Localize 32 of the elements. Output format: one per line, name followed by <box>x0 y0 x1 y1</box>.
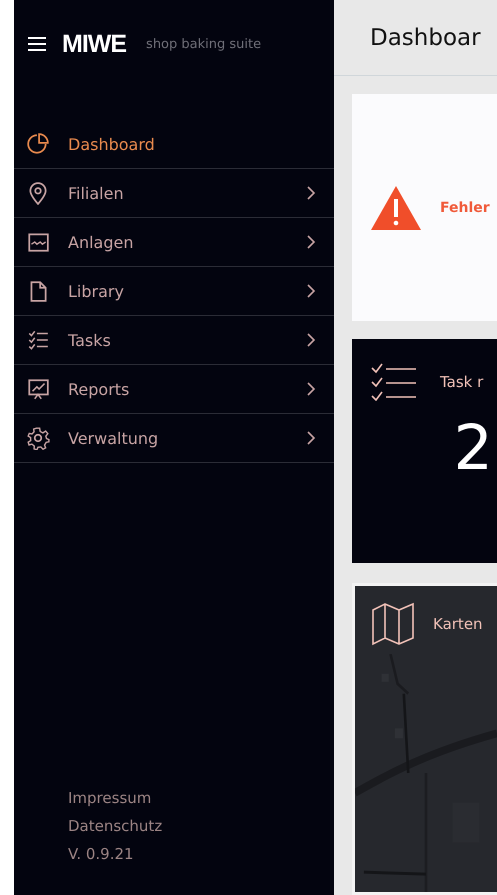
checklist-icon <box>370 363 418 401</box>
nav-label: Dashboard <box>68 134 156 154</box>
map-icon <box>371 602 415 646</box>
nav-label: Reports <box>68 380 130 398</box>
dashboard-icon <box>26 132 50 156</box>
nav-label: Verwaltung <box>68 428 160 448</box>
nav-item[interactable]: Reports <box>14 365 334 414</box>
presentation-icon <box>26 377 50 401</box>
page-title: Dashboar <box>370 24 481 50</box>
nav-item[interactable]: Anlagen <box>14 218 334 267</box>
brand-logo: MIWE <box>62 30 126 58</box>
task-count: 2 <box>454 417 493 479</box>
footer-link[interactable]: Impressum <box>68 789 334 807</box>
map-card-title: Karten <box>433 615 483 633</box>
settings-icon <box>26 426 50 450</box>
nav-label: Tasks <box>68 330 112 350</box>
task-card-title: Task r <box>440 373 484 391</box>
nav-label: Filialen <box>68 184 125 202</box>
nav-label: Library <box>68 282 125 300</box>
footer-link[interactable]: Datenschutz <box>68 817 334 835</box>
nav-item[interactable]: Library <box>14 267 334 316</box>
error-message: Fehler <box>440 200 490 216</box>
tagline: shop baking suite <box>146 36 262 52</box>
nav-item[interactable]: Verwaltung <box>14 414 334 463</box>
warning-icon <box>370 184 422 230</box>
version-text: V. 0.9.21 <box>68 845 135 863</box>
nav-item[interactable]: Filialen <box>14 169 334 218</box>
menu-icon[interactable] <box>28 37 46 51</box>
nav-item[interactable]: Tasks <box>14 316 334 365</box>
checklist-icon <box>26 328 50 352</box>
nav-label: Anlagen <box>68 232 134 252</box>
nav-item[interactable]: Dashboard <box>14 120 334 169</box>
